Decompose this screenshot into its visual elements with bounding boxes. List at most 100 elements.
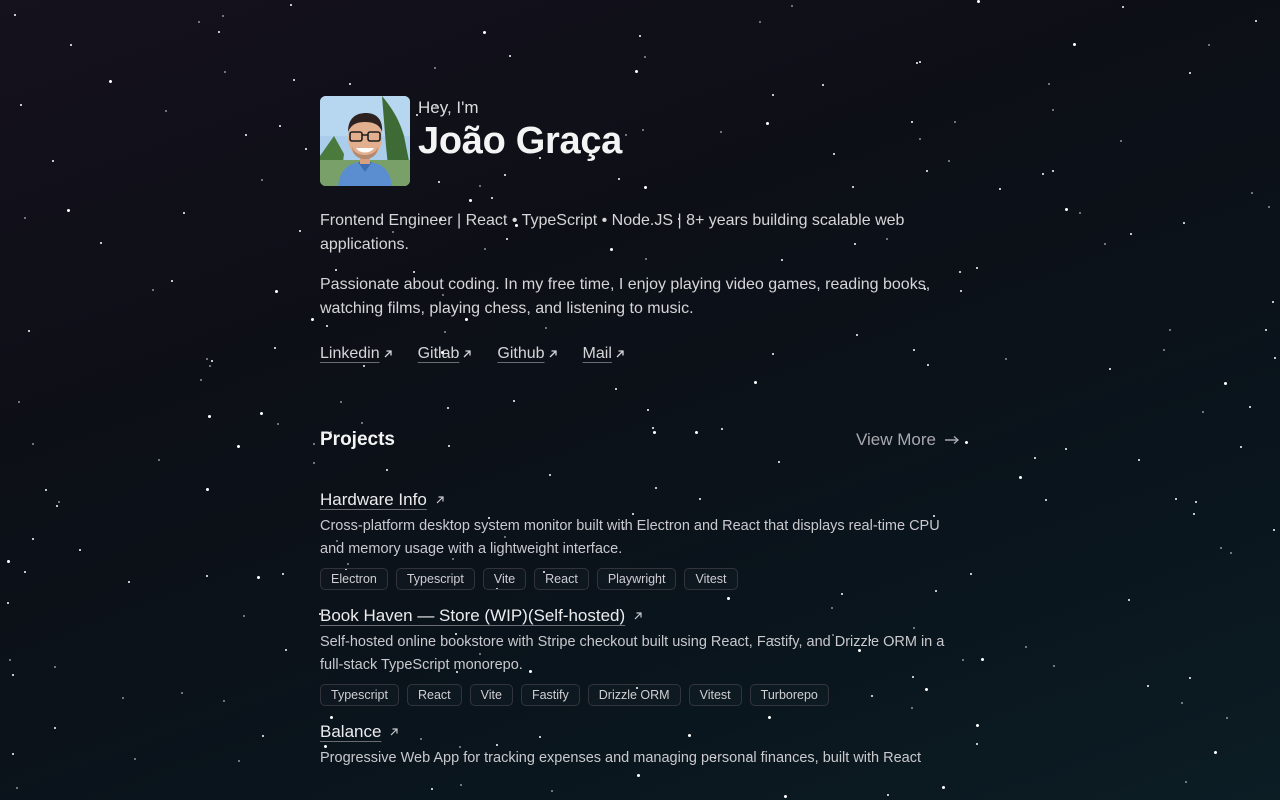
star-dot [279,125,281,127]
star-dot [18,401,20,403]
star-dot [1034,457,1036,459]
project-title: Balance [320,722,382,741]
star-dot [1052,109,1054,111]
star-dot [1169,329,1171,331]
star-dot [1268,206,1270,208]
star-dot [887,794,889,796]
star-dot [261,179,263,181]
star-dot [551,790,553,792]
star-dot [965,441,968,444]
star-dot [981,658,984,661]
star-dot [52,160,54,162]
github-link[interactable]: Github [497,345,557,363]
star-dot [257,576,260,579]
project-list: Hardware Info Cross-platform desktop sys… [320,489,960,770]
tag: Typescript [395,568,475,590]
star-dot [1255,20,1257,22]
social-links: Linkedin Gitlab Github Mail [320,345,960,363]
star-dot [122,697,124,699]
tag: Fastify [520,684,580,706]
star-dot [275,290,278,293]
star-dot [1053,665,1055,667]
star-dot [1109,368,1111,370]
star-dot [100,242,102,244]
bio-headline: Frontend Engineer | React • TypeScript •… [320,212,905,253]
star-dot [262,735,264,737]
tag: Vitest [684,568,738,590]
project-card: Balance Progressive Web App for tracking… [320,721,960,770]
star-dot [16,787,18,789]
star-dot [206,575,208,577]
projects-header: Projects View More [320,429,960,451]
arrow-right-icon [945,435,960,445]
star-dot [1185,781,1187,783]
tag: Typescript [320,684,399,706]
tag-list: Electron Typescript Vite React Playwrigh… [320,568,960,590]
star-dot [1042,173,1044,175]
star-dot [109,80,112,83]
page-title: João Graça [418,120,622,162]
tag: Playwright [596,568,677,590]
star-dot [1079,212,1081,214]
project-description: Cross-platform desktop system monitor bu… [320,518,940,557]
hero-text: Hey, I'm João Graça [418,96,622,163]
star-dot [1005,358,1007,360]
star-dot [1214,751,1217,754]
star-dot [1202,411,1204,413]
linkedin-link[interactable]: Linkedin [320,345,393,363]
star-dot [1251,192,1253,194]
star-dot [791,5,793,7]
star-dot [12,753,14,755]
star-dot [1025,646,1027,648]
star-dot [311,318,314,321]
star-dot [962,659,964,661]
star-dot [54,727,56,729]
project-title-link[interactable]: Balance [320,721,399,743]
star-dot [1019,476,1022,479]
star-dot [208,415,211,418]
star-dot [784,795,787,798]
tag: React [406,684,462,706]
star-dot [290,4,292,6]
star-dot [222,15,224,17]
star-dot [1183,222,1185,224]
star-dot [218,31,220,33]
star-dot [1073,43,1076,46]
star-dot [976,267,978,269]
star-dot [1249,406,1251,408]
project-title-link[interactable]: Book Haven — Store (WIP)(Self-hosted) [320,605,643,627]
star-dot [285,649,287,651]
star-dot [1195,501,1197,503]
star-dot [313,462,315,464]
star-dot [976,724,979,727]
view-more-label: View More [856,430,936,449]
star-dot [206,358,208,360]
star-dot [639,35,641,37]
star-dot [1147,685,1149,687]
star-dot [54,666,56,668]
tag-list: Typescript React Vite Fastify Drizzle OR… [320,684,960,706]
project-description: Self-hosted online bookstore with Stripe… [320,634,945,673]
star-dot [1130,233,1132,235]
star-dot [1120,140,1122,142]
star-dot [1226,717,1228,719]
project-title-link[interactable]: Hardware Info [320,489,445,511]
star-dot [245,134,247,136]
star-dot [32,443,34,445]
gitlab-link[interactable]: Gitlab [418,345,473,363]
tag: Electron [320,568,388,590]
view-more-link[interactable]: View More [856,430,960,450]
star-dot [274,347,276,349]
star-dot [70,44,72,46]
star-dot [209,365,211,367]
mail-link[interactable]: Mail [583,345,625,363]
profile-photo-icon [320,96,410,186]
star-dot [211,360,213,362]
star-dot [1208,44,1210,46]
star-dot [1181,702,1183,704]
star-dot [1065,208,1068,211]
star-dot [158,459,160,461]
star-dot [223,700,225,702]
star-dot [1045,499,1047,501]
star-dot [960,290,962,292]
